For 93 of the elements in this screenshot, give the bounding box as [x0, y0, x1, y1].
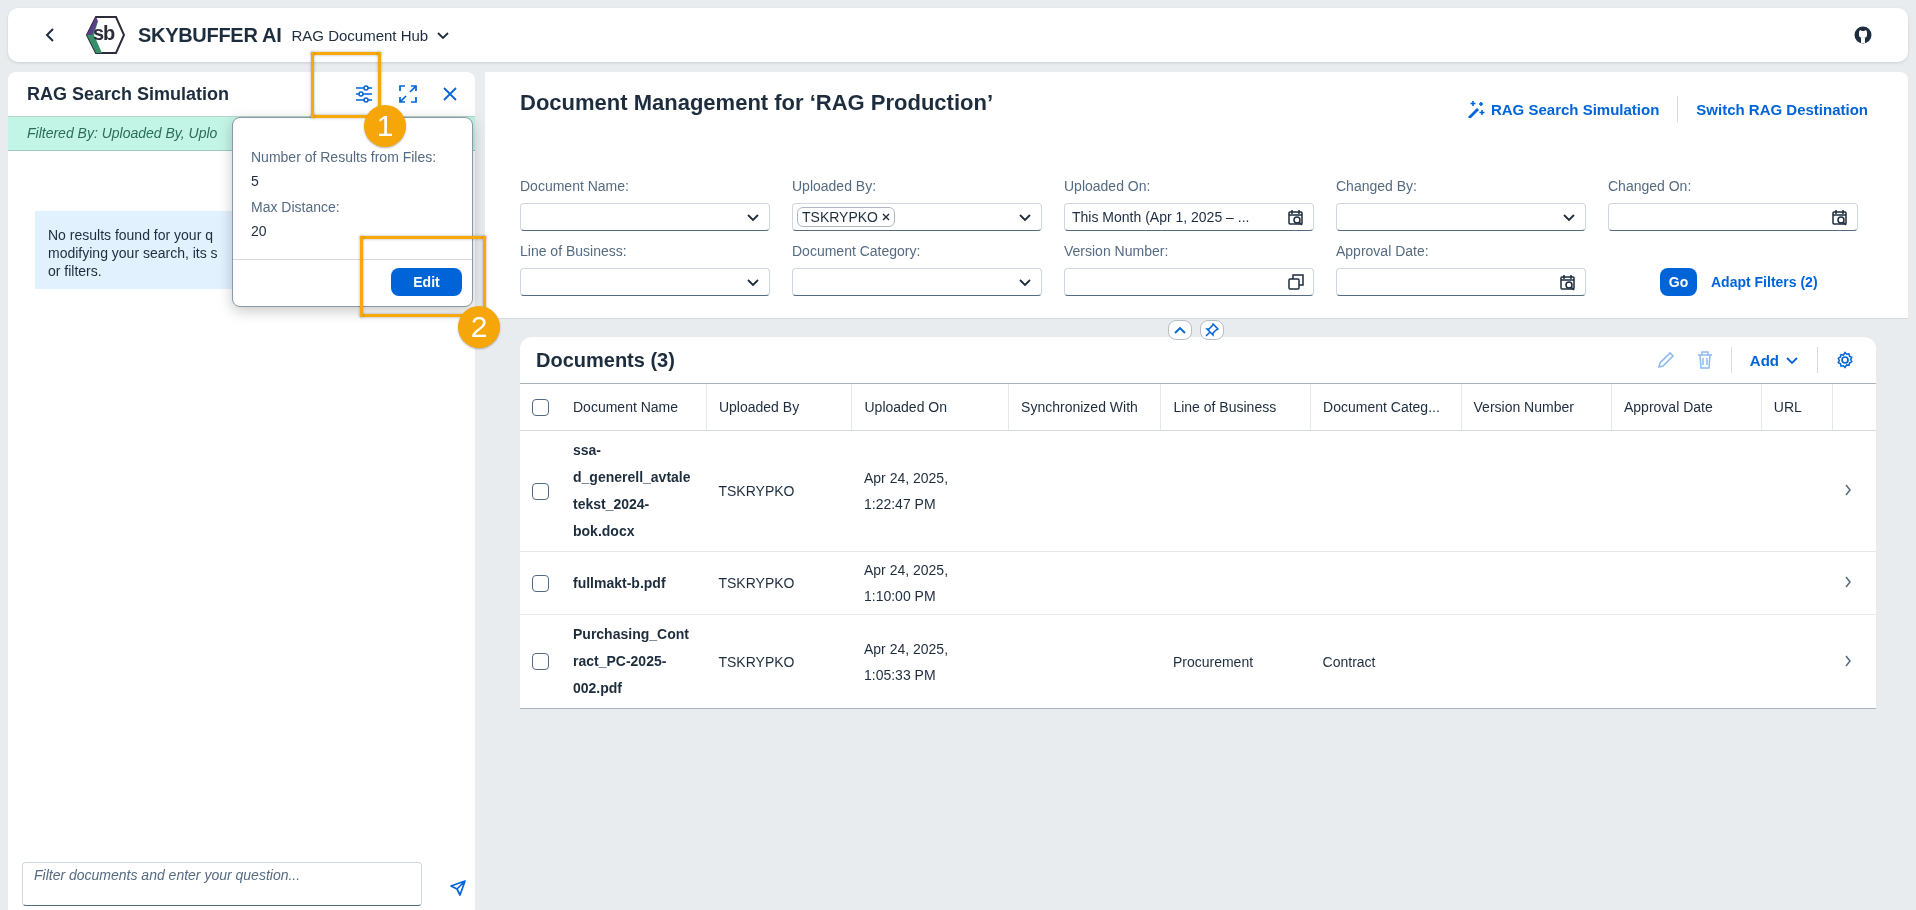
- table-cell-text: TSKRYPKO: [718, 652, 796, 672]
- table-cell-text: Apr 24, 2025, 1:22:47 PM: [864, 469, 950, 514]
- dropdown-field[interactable]: [1336, 203, 1586, 231]
- question-field[interactable]: Filter documents and enter your question...: [22, 862, 422, 906]
- field-label: Number of Results from Files:: [251, 149, 438, 165]
- chevron-up-icon: [1174, 325, 1186, 335]
- filter-label: Approval Date:: [1336, 243, 1430, 261]
- add-button[interactable]: Add: [1749, 351, 1799, 369]
- column-header[interactable]: URL: [1761, 384, 1833, 431]
- chevron-down-icon: [746, 276, 760, 288]
- checkbox[interactable]: [532, 398, 549, 416]
- pin-icon: [1205, 323, 1219, 337]
- link[interactable]: RAG Search Simulation: [1466, 100, 1660, 118]
- filter-label: Changed On:: [1608, 178, 1693, 196]
- adapt-filters-link[interactable]: Adapt Filters (2): [1711, 268, 1818, 296]
- chevron-right-icon[interactable]: [1844, 484, 1853, 496]
- expand-icon: [399, 85, 417, 103]
- send-button[interactable]: [450, 880, 466, 896]
- table-cell-text: Apr 24, 2025, 1:05:33 PM: [864, 639, 950, 685]
- date-field[interactable]: [1608, 203, 1858, 231]
- sparkle-wand-icon: [1466, 100, 1485, 118]
- value-help-icon: [1288, 274, 1304, 290]
- chevron-down-icon: [1018, 211, 1032, 223]
- chevron-down-icon: [746, 211, 760, 223]
- chevron-right-icon[interactable]: [1844, 576, 1853, 588]
- go-button[interactable]: Go: [1660, 268, 1697, 296]
- column-header[interactable]: Approval Date: [1611, 384, 1762, 431]
- column-header[interactable]: Uploaded On: [852, 384, 1009, 431]
- date-field[interactable]: [1336, 268, 1586, 296]
- filter-label: Line of Business:: [520, 243, 628, 261]
- collapse-button[interactable]: [1168, 320, 1192, 340]
- column-header[interactable]: Synchronized With: [1008, 384, 1161, 431]
- column-header[interactable]: Line of Business: [1160, 384, 1311, 431]
- close-button[interactable]: [443, 87, 457, 101]
- field-value: 5: [251, 173, 260, 189]
- settings-button[interactable]: [1836, 351, 1854, 369]
- dropdown-field[interactable]: [520, 268, 770, 296]
- logo-icon: sb: [84, 15, 126, 55]
- settings-button[interactable]: [355, 85, 373, 103]
- gear-icon: [1836, 351, 1854, 369]
- table-cell-text: Apr 24, 2025, 1:10:00 PM: [864, 561, 950, 606]
- calendar-search-icon: [1287, 208, 1304, 226]
- dropdown-field[interactable]: [792, 268, 1042, 296]
- pencil-icon: [1656, 351, 1675, 369]
- calendar-search-icon: [1831, 208, 1848, 226]
- chevron-down-icon: [1562, 211, 1576, 223]
- column-header[interactable]: Document Name: [561, 384, 707, 431]
- field-value: 20: [251, 223, 268, 239]
- dropdown-field[interactable]: TSKRYPKO: [792, 203, 1042, 231]
- filter-label: Changed By:: [1336, 178, 1418, 196]
- app-name: SKYBUFFER AI: [138, 23, 282, 47]
- sliders-icon: [355, 85, 373, 103]
- trash-icon: [1696, 351, 1713, 369]
- panel-title: RAG Search Simulation: [27, 83, 231, 105]
- dropdown-field[interactable]: [520, 203, 770, 231]
- table-cell-text: TSKRYPKO: [718, 574, 796, 593]
- table-title: Documents (3): [536, 348, 675, 372]
- chevron-right-icon[interactable]: [1844, 654, 1853, 667]
- app-menu-button[interactable]: RAG Document Hub: [291, 26, 451, 44]
- chevron-down-icon: [1018, 276, 1032, 288]
- table-cell-text: ssa-d_generell_avtaletekst_2024-bok.docx: [573, 441, 692, 541]
- column-header[interactable]: Uploaded By: [706, 384, 852, 431]
- close-icon: [443, 87, 457, 101]
- send-icon: [450, 880, 466, 896]
- filter-label: Document Category:: [792, 243, 922, 261]
- checkbox[interactable]: [532, 482, 549, 500]
- github-icon[interactable]: [1854, 26, 1872, 44]
- table-cell-text: TSKRYPKO: [718, 482, 796, 501]
- edit-button[interactable]: Edit: [391, 268, 462, 296]
- checkbox[interactable]: [532, 574, 549, 592]
- filter-label: Uploaded By:: [792, 178, 878, 196]
- table-cell-text: Purchasing_Contract_PC-2025-002.pdf: [573, 625, 690, 698]
- input-field[interactable]: [1064, 268, 1314, 296]
- filter-label: Version Number:: [1064, 243, 1170, 261]
- token[interactable]: TSKRYPKO: [797, 207, 895, 227]
- caret-icon: [436, 29, 451, 41]
- remove-icon: [882, 213, 890, 221]
- column-header[interactable]: Version Number: [1461, 384, 1612, 431]
- fullscreen-button[interactable]: [399, 85, 417, 103]
- table-cell-text: fullmakt-b.pdf: [573, 573, 667, 593]
- pin-button[interactable]: [1200, 320, 1224, 340]
- table-cell-text: Contract: [1322, 652, 1377, 672]
- filter-label: Uploaded On:: [1064, 178, 1152, 196]
- checkbox[interactable]: [532, 653, 549, 670]
- caret-icon: [1785, 354, 1799, 366]
- link[interactable]: Switch RAG Destination: [1696, 100, 1868, 118]
- column-header[interactable]: Document Categ...: [1310, 384, 1462, 431]
- page-title: Document Management for ‘RAG Production’: [520, 90, 994, 116]
- table-cell-text: Procurement: [1172, 652, 1255, 672]
- date-field[interactable]: This Month (Apr 1, 2025 – ...: [1064, 203, 1314, 231]
- calendar-search-icon: [1559, 273, 1576, 291]
- filter-label: Document Name:: [520, 178, 630, 196]
- back-icon[interactable]: [44, 27, 56, 43]
